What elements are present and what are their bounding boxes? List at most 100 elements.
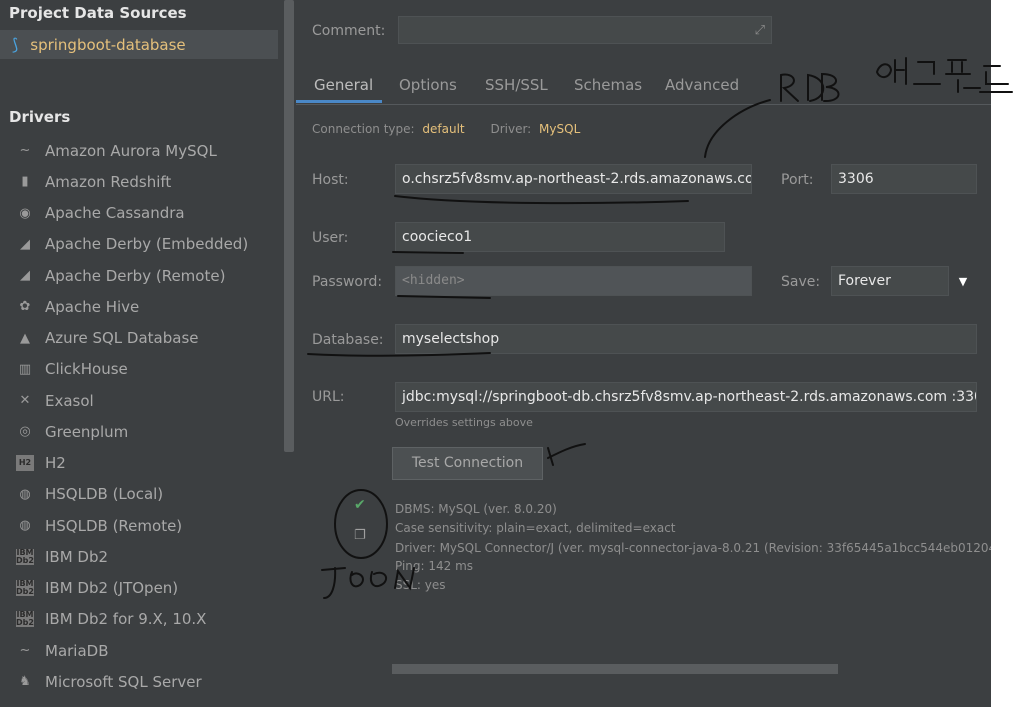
- expand-icon[interactable]: ⤢: [755, 17, 765, 43]
- connection-type-row: Connection type: default Driver: MySQL: [312, 122, 580, 136]
- driver-label: Driver:: [490, 122, 532, 136]
- driver-item[interactable]: ◎ Greenplum: [0, 416, 280, 447]
- driver-icon: ~: [19, 143, 31, 159]
- driver-icon: H2: [16, 455, 34, 472]
- driver-icon: ◉: [19, 205, 31, 221]
- driver-item[interactable]: ~ Amazon Aurora MySQL: [0, 135, 280, 166]
- driver-item[interactable]: ~ MariaDB: [0, 635, 280, 666]
- drivers-list: ~ Amazon Aurora MySQL ▮ Amazon Redshift ◉ Apa…: [0, 135, 280, 698]
- driver-item[interactable]: ◍ HSQLDB (Local): [0, 479, 280, 510]
- driver-item[interactable]: IBM Db2 IBM Db2 for 9.X, 10.X: [0, 604, 280, 635]
- driver-icon: ▲: [20, 330, 30, 346]
- mysql-dolphin-icon: ⟆: [12, 35, 19, 54]
- driver-label: Apache Cassandra: [45, 204, 185, 223]
- driver-label: MariaDB: [45, 641, 109, 660]
- url-label: URL:: [312, 389, 345, 405]
- result-dbms: DBMS: MySQL (ver. 8.0.20): [395, 502, 557, 516]
- driver-item[interactable]: ◢ Apache Derby (Embedded): [0, 229, 280, 260]
- tab-options[interactable]: Options: [399, 76, 457, 94]
- tab-general[interactable]: General: [314, 76, 373, 94]
- driver-item[interactable]: ▮ Amazon Redshift: [0, 166, 280, 197]
- connection-type-value[interactable]: default: [422, 122, 464, 136]
- driver-label: HSQLDB (Remote): [45, 516, 183, 535]
- driver-label: Amazon Aurora MySQL: [45, 141, 217, 160]
- driver-icon: ◢: [20, 268, 30, 284]
- driver-item[interactable]: ◢ Apache Derby (Remote): [0, 260, 280, 291]
- driver-icon: IBM Db2: [16, 610, 34, 628]
- connection-settings-panel: Comment: ⤢ General Options SSH/SSL Schem…: [296, 0, 996, 707]
- driver-label: IBM Db2 for 9.X, 10.X: [45, 610, 207, 629]
- driver-icon: ▥: [18, 361, 32, 377]
- driver-icon: ♞: [19, 674, 31, 690]
- sidebar-scrollbar[interactable]: [284, 0, 294, 452]
- driver-label: HSQLDB (Local): [45, 485, 164, 504]
- driver-label: H2: [45, 454, 66, 473]
- driver-value[interactable]: MySQL: [539, 122, 580, 136]
- driver-item[interactable]: IBM Db2 IBM Db2 (JTOpen): [0, 573, 280, 604]
- user-input[interactable]: coocieco1: [395, 222, 725, 252]
- save-label: Save:: [781, 274, 821, 290]
- driver-label: Apache Derby (Embedded): [45, 235, 249, 254]
- data-sources-panel: Project Data Sources ⟆ springboot-databa…: [0, 0, 296, 707]
- driver-item[interactable]: IBM Db2 IBM Db2: [0, 541, 280, 572]
- password-input[interactable]: <hidden>: [395, 266, 752, 296]
- chevron-down-icon[interactable]: ▼: [949, 267, 977, 295]
- url-input[interactable]: jdbc:mysql://springboot-db.chsrz5fv8smv.…: [395, 382, 977, 412]
- tab-schemas[interactable]: Schemas: [574, 76, 642, 94]
- database-input[interactable]: myselectshop: [395, 324, 977, 354]
- comment-input[interactable]: ⤢: [398, 16, 772, 44]
- horizontal-scrollbar[interactable]: [392, 664, 838, 674]
- driver-icon: ◢: [20, 236, 30, 252]
- driver-icon: ◍: [19, 518, 31, 534]
- driver-label: Greenplum: [45, 422, 129, 441]
- database-label: Database:: [312, 332, 384, 348]
- save-select[interactable]: Forever: [831, 266, 949, 296]
- driver-label: IBM Db2: [45, 547, 109, 566]
- driver-label: Amazon Redshift: [45, 172, 172, 191]
- datasource-springboot-database[interactable]: ⟆ springboot-database: [12, 35, 186, 54]
- driver-item[interactable]: ◍ HSQLDB (Remote): [0, 510, 280, 541]
- driver-label: Exasol: [45, 391, 94, 410]
- host-input[interactable]: o.chsrz5fv8smv.ap-northeast-2.rds.amazon…: [395, 164, 752, 194]
- driver-icon: ✿: [19, 299, 31, 315]
- url-hint: Overrides settings above: [395, 416, 533, 429]
- driver-item[interactable]: ▲ Azure SQL Database: [0, 323, 280, 354]
- check-icon: ✔: [354, 497, 366, 513]
- driver-item[interactable]: ◉ Apache Cassandra: [0, 198, 280, 229]
- driver-item[interactable]: ✕ Exasol: [0, 385, 280, 416]
- driver-item[interactable]: H2 H2: [0, 448, 280, 479]
- tab-ssh-ssl[interactable]: SSH/SSL: [485, 76, 548, 94]
- driver-icon: ◍: [19, 486, 31, 502]
- driver-icon: ~: [19, 643, 31, 659]
- port-input[interactable]: 3306: [831, 164, 977, 194]
- result-ssl: SSL: yes: [395, 578, 446, 592]
- driver-label: ClickHouse: [45, 360, 128, 379]
- test-connection-button[interactable]: Test Connection: [392, 447, 543, 480]
- port-label: Port:: [781, 172, 814, 188]
- driver-label: Azure SQL Database: [45, 329, 199, 348]
- result-driver: Driver: MySQL Connector/J (ver. mysql-co…: [395, 541, 997, 555]
- driver-label: Apache Hive: [45, 297, 140, 316]
- driver-item[interactable]: ▥ ClickHouse: [0, 354, 280, 385]
- driver-icon: IBM Db2: [16, 579, 34, 597]
- connection-type-label: Connection type:: [312, 122, 415, 136]
- driver-icon: ▮: [21, 174, 29, 190]
- result-ping: Ping: 142 ms: [395, 559, 474, 573]
- comment-label: Comment:: [312, 23, 386, 39]
- host-label: Host:: [312, 172, 349, 188]
- active-tab-indicator: [296, 100, 382, 103]
- result-case-sensitivity: Case sensitivity: plain=exact, delimited…: [395, 521, 676, 535]
- driver-label: Apache Derby (Remote): [45, 266, 226, 285]
- driver-label: IBM Db2 (JTOpen): [45, 579, 179, 598]
- driver-icon: ◎: [19, 424, 31, 440]
- tab-advanced[interactable]: Advanced: [665, 76, 739, 94]
- drivers-title: Drivers: [9, 108, 71, 126]
- copy-icon[interactable]: ❐: [354, 528, 366, 543]
- driver-item[interactable]: ♞ Microsoft SQL Server: [0, 666, 280, 697]
- right-margin: [991, 0, 1017, 707]
- datasource-label: springboot-database: [30, 35, 186, 54]
- user-label: User:: [312, 230, 349, 246]
- driver-item[interactable]: ✿ Apache Hive: [0, 291, 280, 322]
- driver-icon: ✕: [19, 393, 31, 409]
- password-label: Password:: [312, 274, 383, 290]
